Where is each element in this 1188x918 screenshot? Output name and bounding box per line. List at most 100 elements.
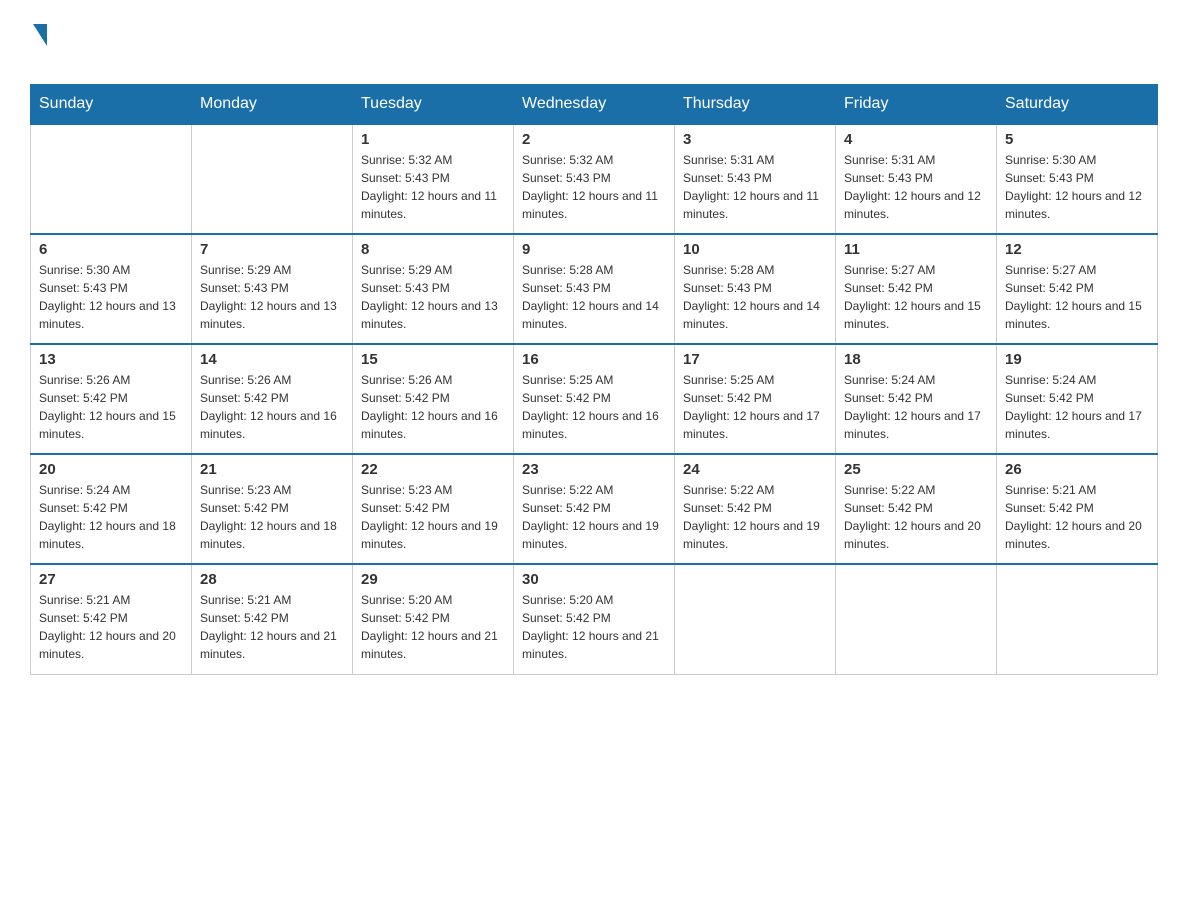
day-info: Sunrise: 5:21 AMSunset: 5:42 PMDaylight:… [200,591,344,663]
day-number: 30 [522,571,666,588]
day-info: Sunrise: 5:26 AMSunset: 5:42 PMDaylight:… [200,371,344,443]
day-number: 5 [1005,131,1149,148]
header-sunday: Sunday [31,85,192,125]
day-number: 27 [39,571,183,588]
header-saturday: Saturday [997,85,1158,125]
day-number: 12 [1005,241,1149,258]
week-row-1: 1 Sunrise: 5:32 AMSunset: 5:43 PMDaylight… [31,124,1158,234]
calendar-cell: 6 Sunrise: 5:30 AMSunset: 5:43 PMDaylight… [31,234,192,344]
calendar-cell: 1 Sunrise: 5:32 AMSunset: 5:43 PMDaylight… [353,124,514,234]
day-number: 2 [522,131,666,148]
calendar-cell: 12 Sunrise: 5:27 AMSunset: 5:42 PMDayligh… [997,234,1158,344]
day-number: 24 [683,461,827,478]
day-info: Sunrise: 5:26 AMSunset: 5:42 PMDaylight:… [39,371,183,443]
day-info: Sunrise: 5:22 AMSunset: 5:42 PMDaylight:… [844,481,988,553]
day-info: Sunrise: 5:25 AMSunset: 5:42 PMDaylight:… [522,371,666,443]
calendar-cell: 23Sunrise: 5:22 AMSunset: 5:42 PMDayligh… [514,454,675,564]
calendar-cell: 10 Sunrise: 5:28 AMSunset: 5:43 PMDayligh… [675,234,836,344]
calendar-cell: 18 Sunrise: 5:24 AMSunset: 5:42 PMDayligh… [836,344,997,454]
calendar-cell: 19 Sunrise: 5:24 AMSunset: 5:42 PMDayligh… [997,344,1158,454]
day-number: 19 [1005,351,1149,368]
calendar-cell: 15 Sunrise: 5:26 AMSunset: 5:42 PMDayligh… [353,344,514,454]
calendar-cell [836,564,997,674]
day-info: Sunrise: 5:30 AMSunset: 5:43 PMDaylight:… [39,261,183,333]
calendar-cell: 11 Sunrise: 5:27 AMSunset: 5:42 PMDayligh… [836,234,997,344]
day-number: 21 [200,461,344,478]
week-row-4: 20Sunrise: 5:24 AMSunset: 5:42 PMDayligh… [31,454,1158,564]
calendar-cell [997,564,1158,674]
page-header: General [30,20,1158,74]
day-info: Sunrise: 5:31 AMSunset: 5:43 PMDaylight:… [683,151,827,223]
day-number: 26 [1005,461,1149,478]
week-row-5: 27 Sunrise: 5:21 AMSunset: 5:42 PMDayligh… [31,564,1158,674]
calendar-cell: 24 Sunrise: 5:22 AMSunset: 5:42 PMDayligh… [675,454,836,564]
calendar-cell: 29 Sunrise: 5:20 AMSunset: 5:42 PMDayligh… [353,564,514,674]
header-wednesday: Wednesday [514,85,675,125]
day-info: Sunrise: 5:29 AMSunset: 5:43 PMDaylight:… [361,261,505,333]
day-info: Sunrise: 5:31 AMSunset: 5:43 PMDaylight:… [844,151,988,223]
calendar-cell: 25Sunrise: 5:22 AMSunset: 5:42 PMDayligh… [836,454,997,564]
day-info: Sunrise: 5:32 AMSunset: 5:43 PMDaylight:… [361,151,505,223]
day-info: Sunrise: 5:27 AMSunset: 5:42 PMDaylight:… [1005,261,1149,333]
calendar-cell: 20Sunrise: 5:24 AMSunset: 5:42 PMDayligh… [31,454,192,564]
header-tuesday: Tuesday [353,85,514,125]
day-number: 28 [200,571,344,588]
calendar-cell: 3 Sunrise: 5:31 AMSunset: 5:43 PMDaylight… [675,124,836,234]
day-info: Sunrise: 5:24 AMSunset: 5:42 PMDaylight:… [844,371,988,443]
day-number: 4 [844,131,988,148]
day-info: Sunrise: 5:20 AMSunset: 5:42 PMDaylight:… [522,591,666,663]
calendar-cell: 22 Sunrise: 5:23 AMSunset: 5:42 PMDayligh… [353,454,514,564]
day-number: 18 [844,351,988,368]
header-friday: Friday [836,85,997,125]
day-number: 13 [39,351,183,368]
day-info: Sunrise: 5:25 AMSunset: 5:42 PMDaylight:… [683,371,827,443]
calendar-cell: 4 Sunrise: 5:31 AMSunset: 5:43 PMDaylight… [836,124,997,234]
day-info: Sunrise: 5:22 AMSunset: 5:42 PMDaylight:… [683,481,827,553]
day-info: Sunrise: 5:23 AMSunset: 5:42 PMDaylight:… [361,481,505,553]
day-info: Sunrise: 5:20 AMSunset: 5:42 PMDaylight:… [361,591,505,663]
calendar-cell: 13 Sunrise: 5:26 AMSunset: 5:42 PMDayligh… [31,344,192,454]
day-number: 14 [200,351,344,368]
calendar-cell: 5 Sunrise: 5:30 AMSunset: 5:43 PMDaylight… [997,124,1158,234]
calendar-cell: 7 Sunrise: 5:29 AMSunset: 5:43 PMDaylight… [192,234,353,344]
calendar-cell: 27 Sunrise: 5:21 AMSunset: 5:42 PMDayligh… [31,564,192,674]
logo: General [30,20,136,74]
day-number: 1 [361,131,505,148]
day-number: 8 [361,241,505,258]
day-number: 3 [683,131,827,148]
day-info: Sunrise: 5:29 AMSunset: 5:43 PMDaylight:… [200,261,344,333]
day-number: 29 [361,571,505,588]
calendar-cell [675,564,836,674]
day-number: 20 [39,461,183,478]
day-number: 10 [683,241,827,258]
calendar-cell: 30 Sunrise: 5:20 AMSunset: 5:42 PMDayligh… [514,564,675,674]
day-info: Sunrise: 5:21 AMSunset: 5:42 PMDaylight:… [1005,481,1149,553]
calendar-cell: 16 Sunrise: 5:25 AMSunset: 5:42 PMDayligh… [514,344,675,454]
day-number: 11 [844,241,988,258]
calendar-cell: 28 Sunrise: 5:21 AMSunset: 5:42 PMDayligh… [192,564,353,674]
day-info: Sunrise: 5:26 AMSunset: 5:42 PMDaylight:… [361,371,505,443]
calendar-header-row: SundayMondayTuesdayWednesdayThursdayFrid… [31,85,1158,125]
day-number: 17 [683,351,827,368]
day-info: Sunrise: 5:30 AMSunset: 5:43 PMDaylight:… [1005,151,1149,223]
calendar-cell: 26 Sunrise: 5:21 AMSunset: 5:42 PMDayligh… [997,454,1158,564]
day-info: Sunrise: 5:23 AMSunset: 5:42 PMDaylight:… [200,481,344,553]
day-info: Sunrise: 5:27 AMSunset: 5:42 PMDaylight:… [844,261,988,333]
day-number: 22 [361,461,505,478]
header-monday: Monday [192,85,353,125]
day-number: 6 [39,241,183,258]
day-info: Sunrise: 5:24 AMSunset: 5:42 PMDaylight:… [1005,371,1149,443]
calendar-table: SundayMondayTuesdayWednesdayThursdayFrid… [30,84,1158,675]
day-number: 16 [522,351,666,368]
day-info: Sunrise: 5:21 AMSunset: 5:42 PMDaylight:… [39,591,183,663]
calendar-cell: 14 Sunrise: 5:26 AMSunset: 5:42 PMDayligh… [192,344,353,454]
calendar-cell: 8 Sunrise: 5:29 AMSunset: 5:43 PMDaylight… [353,234,514,344]
calendar-cell [31,124,192,234]
calendar-cell: 2Sunrise: 5:32 AMSunset: 5:43 PMDaylight… [514,124,675,234]
day-info: Sunrise: 5:28 AMSunset: 5:43 PMDaylight:… [683,261,827,333]
day-number: 7 [200,241,344,258]
day-number: 23 [522,461,666,478]
day-number: 15 [361,351,505,368]
calendar-cell [192,124,353,234]
week-row-2: 6 Sunrise: 5:30 AMSunset: 5:43 PMDaylight… [31,234,1158,344]
